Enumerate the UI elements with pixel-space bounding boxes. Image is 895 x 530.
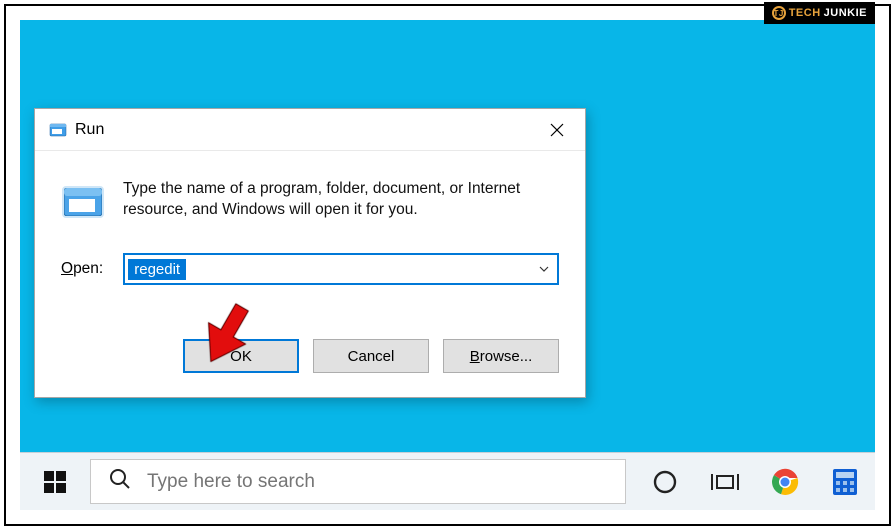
task-view-icon (710, 470, 740, 494)
dialog-title: Run (75, 121, 529, 139)
taskbar (20, 452, 875, 510)
run-body-icon (61, 179, 105, 223)
open-combobox[interactable]: regedit (123, 253, 559, 285)
close-button[interactable] (529, 109, 585, 150)
run-dialog: Run Type the name o (34, 108, 586, 398)
calculator-app-button[interactable] (815, 453, 875, 510)
chrome-app-button[interactable] (755, 453, 815, 510)
watermark-badge: TJ TECHJUNKIE (764, 2, 875, 24)
ok-button-label: OK (230, 348, 252, 365)
task-view-button[interactable] (695, 453, 755, 510)
dialog-description: Type the name of a program, folder, docu… (123, 179, 559, 223)
cortana-button[interactable] (635, 453, 695, 510)
watermark-tech: TECH (789, 7, 821, 19)
cancel-button[interactable]: Cancel (313, 339, 429, 373)
chrome-icon (770, 467, 800, 497)
taskbar-search[interactable] (90, 459, 626, 504)
browse-button-label: Browse... (470, 348, 533, 365)
cancel-button-label: Cancel (348, 348, 395, 365)
start-button[interactable] (20, 453, 90, 510)
desktop[interactable]: Run Type the name o (20, 20, 875, 510)
taskbar-tray (635, 453, 875, 510)
watermark-junkie: JUNKIE (824, 7, 867, 19)
browse-button[interactable]: Browse... (443, 339, 559, 373)
windows-logo-icon (42, 469, 68, 495)
calculator-icon (830, 467, 860, 497)
open-label: Open: (61, 260, 103, 278)
close-icon (550, 123, 564, 137)
watermark-logo-icon: TJ (772, 6, 786, 20)
search-input[interactable] (147, 471, 607, 493)
open-input-value[interactable]: regedit (128, 259, 186, 280)
run-title-icon (49, 121, 67, 139)
chevron-down-icon[interactable] (539, 263, 549, 275)
ok-button[interactable]: OK (183, 339, 299, 373)
circle-icon (652, 469, 678, 495)
search-icon (109, 468, 131, 496)
titlebar[interactable]: Run (35, 109, 585, 151)
